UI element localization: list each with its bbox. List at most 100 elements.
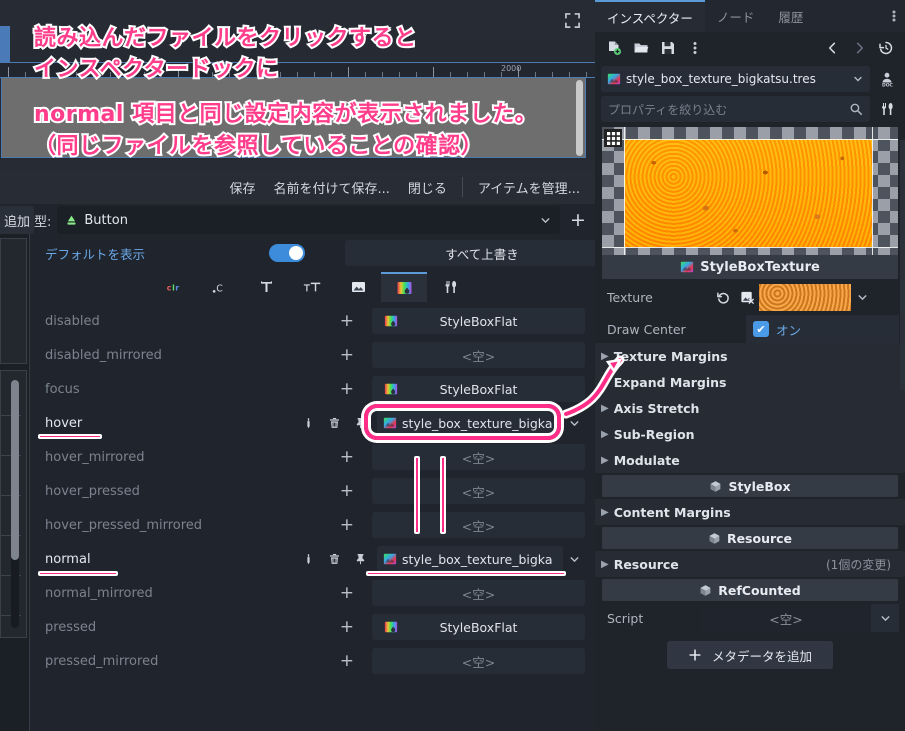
script-dropdown-icon[interactable] bbox=[871, 604, 899, 632]
canvas-scrollbar[interactable] bbox=[576, 80, 583, 156]
left-dock-scrollbar[interactable] bbox=[11, 380, 19, 628]
theme-row-disabled[interactable]: disabled + StyleBoxFlat bbox=[34, 304, 590, 338]
font-category-icon[interactable] bbox=[243, 272, 289, 302]
theme-row-hover[interactable]: hover style_box_texture_bigka bbox=[34, 406, 590, 440]
object-tools-icon[interactable] bbox=[875, 97, 899, 121]
theme-row-focus[interactable]: focus + StyleBoxFlat bbox=[34, 372, 590, 406]
trash-icon[interactable] bbox=[328, 552, 341, 566]
pin-icon[interactable] bbox=[354, 416, 367, 430]
history-forward-icon[interactable] bbox=[847, 36, 871, 60]
revert-icon[interactable] bbox=[711, 285, 735, 309]
theme-row-value[interactable]: StyleBoxFlat bbox=[372, 614, 585, 640]
tab-inspector[interactable]: インスペクター bbox=[595, 0, 705, 32]
stylebox-category-icon[interactable] bbox=[381, 272, 427, 302]
group-content-margins[interactable]: ▶ Content Margins bbox=[595, 499, 905, 525]
show-defaults-toggle[interactable] bbox=[269, 244, 305, 262]
dock-menu-icon[interactable] bbox=[883, 0, 905, 32]
quick-load-icon[interactable] bbox=[735, 285, 759, 309]
texture-thumbnail[interactable] bbox=[759, 283, 851, 311]
theme-row-value-text: <空> bbox=[461, 450, 496, 466]
open-docs-icon[interactable]: DOC bbox=[875, 67, 899, 91]
close-button[interactable]: 閉じる bbox=[399, 175, 456, 200]
texture-dropdown-icon[interactable] bbox=[851, 284, 873, 310]
group-sub-region[interactable]: ▶ Sub-Region bbox=[595, 421, 905, 447]
group-texture-margins[interactable]: ▶ Texture Margins bbox=[595, 343, 905, 369]
ruler-tick bbox=[314, 72, 315, 77]
refcounted-class-banner[interactable]: RefCounted bbox=[602, 579, 898, 601]
theme-row-add-override[interactable]: + bbox=[340, 584, 354, 602]
edit-icon[interactable] bbox=[302, 553, 315, 566]
theme-row-add-override[interactable]: + bbox=[340, 618, 354, 636]
inspector-tabs: インスペクター ノード 履歴 bbox=[595, 0, 905, 32]
history-icon[interactable] bbox=[874, 36, 898, 60]
manage-items-button[interactable]: アイテムを管理... bbox=[469, 175, 589, 200]
theme-row-normal_mirrored[interactable]: normal_mirrored + <空> bbox=[34, 576, 590, 610]
tab-node[interactable]: ノード bbox=[705, 0, 767, 32]
type-dropdown[interactable]: Button bbox=[57, 206, 560, 234]
theme-row-add-override[interactable]: + bbox=[340, 380, 354, 398]
theme-row-hover_mirrored[interactable]: hover_mirrored + <空> bbox=[34, 440, 590, 474]
icon-category-icon[interactable] bbox=[335, 272, 381, 302]
theme-row-value[interactable]: <空> bbox=[372, 512, 585, 538]
theme-row-add-override[interactable]: + bbox=[340, 448, 354, 466]
theme-row-disabled_mirrored[interactable]: disabled_mirrored + <空> bbox=[34, 338, 590, 372]
theme-row-value[interactable]: StyleBoxFlat bbox=[372, 308, 585, 334]
theme-row-label: disabled_mirrored bbox=[45, 347, 162, 363]
theme-row-hover_pressed[interactable]: hover_pressed + <空> bbox=[34, 474, 590, 508]
pin-icon[interactable] bbox=[354, 552, 367, 566]
theme-row-value[interactable]: <空> bbox=[372, 478, 585, 504]
property-filter-field[interactable]: プロパティを絞り込む bbox=[601, 96, 870, 122]
theme-row-value[interactable]: style_box_texture_bigka bbox=[377, 546, 563, 572]
draw-center-checkbox[interactable]: ✔ オン bbox=[746, 315, 899, 343]
inspector-scrollbar[interactable] bbox=[900, 140, 905, 390]
theme-row-value-dropdown-icon[interactable] bbox=[563, 546, 585, 572]
constant-category-icon[interactable]: C bbox=[197, 272, 243, 302]
theme-row-add-override[interactable]: + bbox=[340, 312, 354, 330]
theme-row-add-override[interactable]: + bbox=[340, 346, 354, 364]
trash-icon[interactable] bbox=[328, 416, 341, 430]
save-resource-icon[interactable] bbox=[656, 36, 680, 60]
margin-guide-right bbox=[872, 127, 873, 255]
font-size-category-icon[interactable] bbox=[289, 272, 335, 302]
theme-row-value-dropdown-icon[interactable] bbox=[563, 410, 585, 436]
tab-history[interactable]: 履歴 bbox=[766, 0, 815, 32]
open-resource-icon[interactable] bbox=[629, 36, 653, 60]
theme-row-hover_pressed_mirrored[interactable]: hover_pressed_mirrored + <空> bbox=[34, 508, 590, 542]
theme-row-value[interactable]: <空> bbox=[372, 444, 585, 470]
expand-icon[interactable] bbox=[559, 7, 585, 33]
theme-row-value[interactable]: <空> bbox=[372, 648, 585, 674]
draw-center-row: Draw Center ✔ オン bbox=[595, 315, 905, 343]
theme-row-pressed[interactable]: pressed + StyleBoxFlat bbox=[34, 610, 590, 644]
history-back-icon[interactable] bbox=[820, 36, 844, 60]
color-category-icon[interactable]: c l r bbox=[151, 272, 197, 302]
group-expand-margins[interactable]: ▶ Expand Margins bbox=[595, 369, 905, 395]
resource-path-field[interactable]: style_box_texture_bigkatsu.tres bbox=[601, 66, 870, 92]
group-modulate[interactable]: ▶ Modulate bbox=[595, 447, 905, 473]
theme-row-add-override[interactable]: + bbox=[340, 482, 354, 500]
theme-row-add-override[interactable]: + bbox=[340, 652, 354, 670]
save-button[interactable]: 保存 bbox=[220, 175, 264, 200]
theme-row-pressed_mirrored[interactable]: pressed_mirrored + <空> bbox=[34, 644, 590, 678]
theme-row-value[interactable]: StyleBoxFlat bbox=[372, 376, 585, 402]
save-as-button[interactable]: 名前を付けて保存... bbox=[264, 175, 398, 200]
theme-row-value[interactable]: <空> bbox=[372, 580, 585, 606]
canvas-area[interactable] bbox=[1, 78, 586, 158]
misc-category-icon[interactable] bbox=[427, 272, 473, 302]
theme-row-label: pressed bbox=[45, 619, 97, 635]
theme-row-add-override[interactable]: + bbox=[340, 516, 354, 534]
add-item-button[interactable]: 追加 bbox=[0, 206, 34, 234]
edit-icon[interactable] bbox=[302, 417, 315, 430]
override-all-button[interactable]: すべて上書き bbox=[345, 240, 619, 266]
add-type-button[interactable]: + bbox=[566, 207, 590, 233]
script-value[interactable]: <空> bbox=[701, 604, 871, 632]
group-resource[interactable]: ▶ Resource (1個の変更) bbox=[595, 551, 905, 577]
group-axis-stretch[interactable]: ▶ Axis Stretch bbox=[595, 395, 905, 421]
resource-class-banner[interactable]: Resource bbox=[602, 527, 898, 549]
more-options-icon[interactable] bbox=[683, 36, 707, 60]
stylebox-class-banner[interactable]: StyleBox bbox=[602, 475, 898, 497]
theme-row-normal[interactable]: normal style_box_texture_bigka bbox=[34, 542, 590, 576]
new-resource-icon[interactable] bbox=[602, 36, 626, 60]
add-metadata-button[interactable]: メタデータを追加 bbox=[667, 641, 833, 669]
theme-row-value[interactable]: <空> bbox=[372, 342, 585, 368]
theme-row-value[interactable]: style_box_texture_bigka bbox=[377, 410, 563, 436]
